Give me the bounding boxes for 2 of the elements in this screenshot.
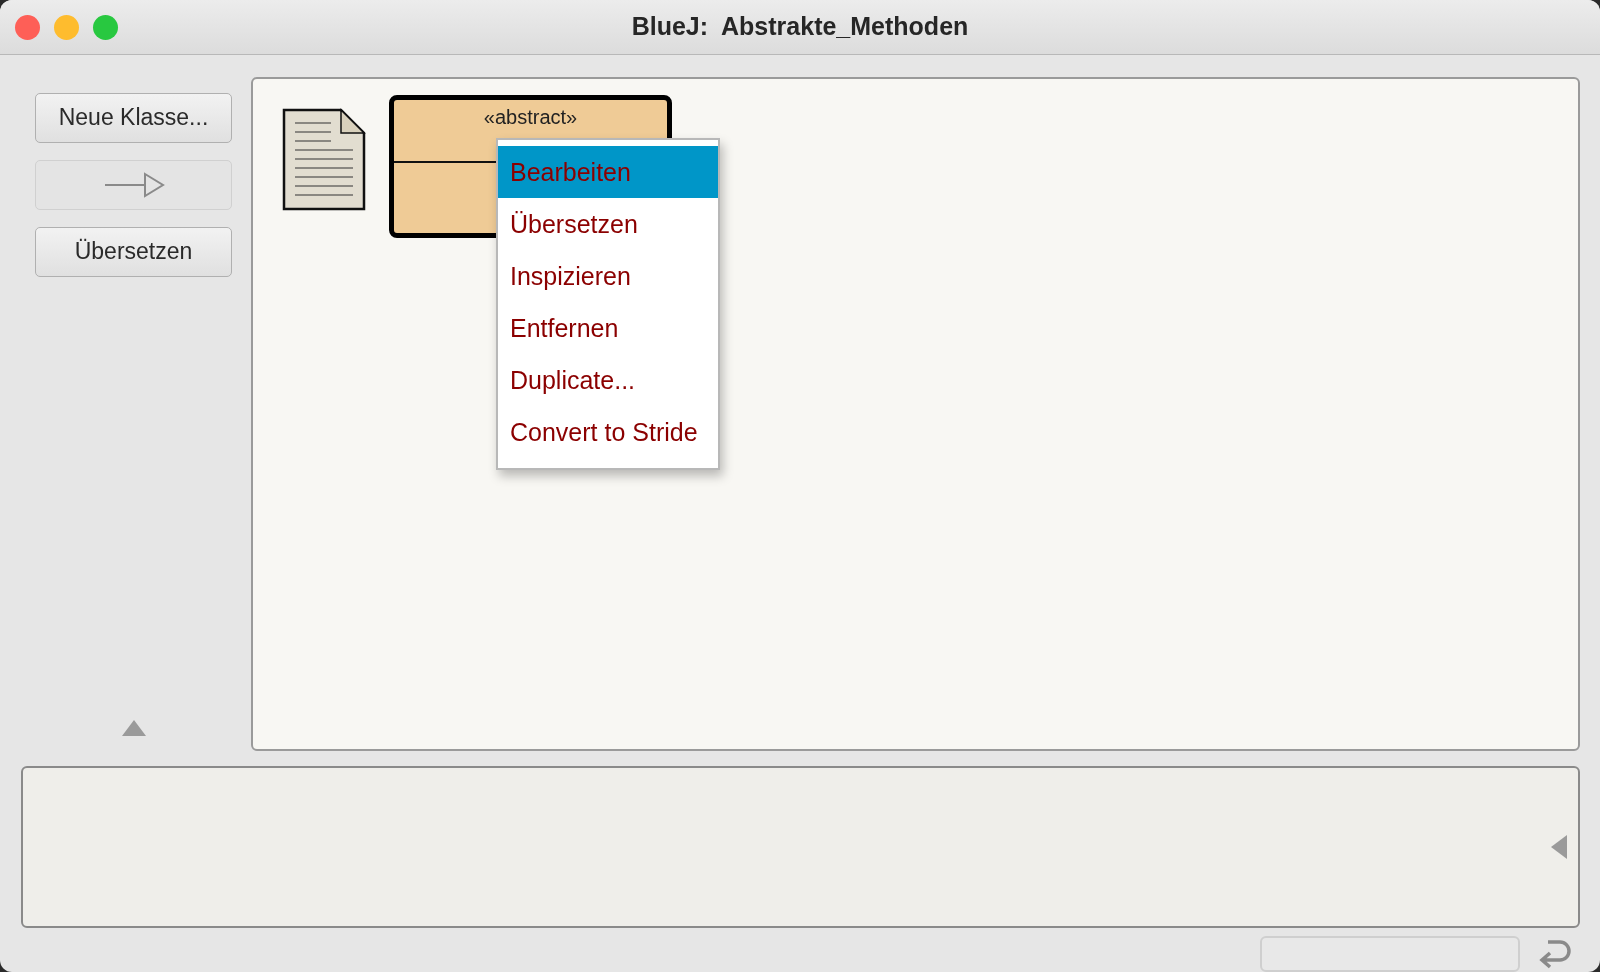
- class-stereotype: «abstract»: [483, 105, 578, 130]
- window-title: BlueJ: Abstrakte_Methoden: [631, 12, 969, 42]
